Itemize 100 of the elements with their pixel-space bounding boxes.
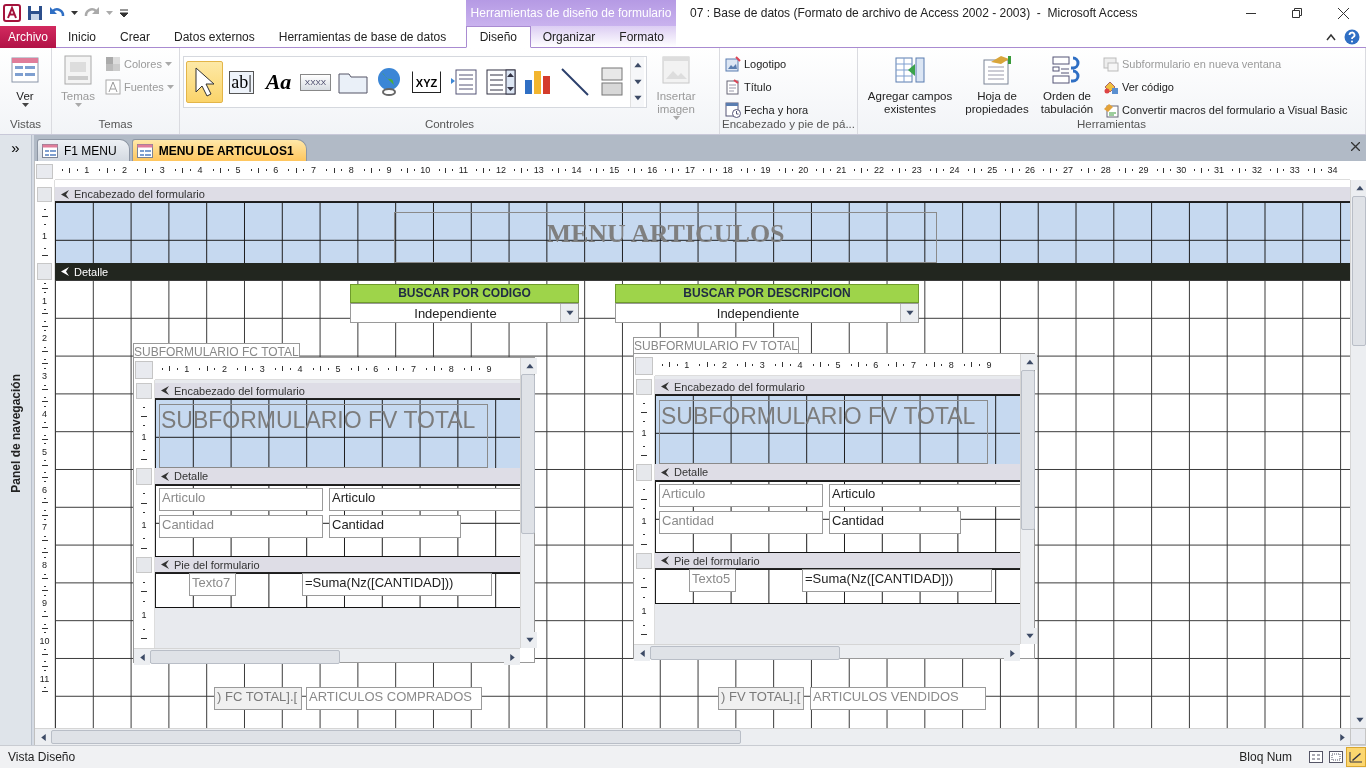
ruler-number: 11 [39,674,50,684]
ruler-number: 4 [42,409,47,419]
caret-icon [74,103,82,107]
text-box[interactable]: ) FV TOTAL].[ [718,687,804,710]
ruler-number: 28 [1100,165,1111,175]
list-box-icon [449,68,478,96]
scroll-thumb[interactable] [150,650,340,664]
ruler-number: 5 [835,359,841,370]
ribbon-button[interactable]: Logotipo [723,53,811,74]
scroll-thumb[interactable] [650,646,840,660]
dropdown-button[interactable] [560,304,578,322]
ribbon-button[interactable]: Agregar campos existentes [861,52,959,118]
scroll-thumb[interactable] [521,374,535,534]
section-arrow-icon [660,467,670,477]
combo-box[interactable]: Independiente [350,303,579,323]
section-title: Detalle [174,470,209,482]
diagonal-line-icon [559,67,590,97]
form-icon [136,143,153,158]
ruler-number: 15 [609,165,620,175]
document-tab[interactable]: MENU DE ARTICULOS1 [131,139,307,161]
text-box[interactable]: Articulo [829,484,1020,507]
scroll-thumb[interactable] [1021,370,1035,530]
ribbon-button[interactable]: Fecha y hora [723,99,811,120]
ruler-number: 32 [1251,165,1262,175]
ruler-number: 26 [1025,165,1036,175]
ribbon-tab[interactable]: Herramientas de base de datos [266,26,459,48]
ruler-number: 22 [873,165,884,175]
combo-list-icon [485,68,516,96]
text-box[interactable]: Cantidad [829,511,961,534]
help-icon[interactable] [1344,28,1360,45]
text-box[interactable]: =Suma(Nz([CANTIDAD])) [802,569,992,592]
ruler-number: 10 [420,165,431,175]
field-label: Texto7 [189,573,236,596]
ribbon-tab[interactable]: Diseño [466,26,531,48]
button-tool-button[interactable]: XXXX [297,61,334,103]
layout-view-icon [1329,751,1343,763]
text-box[interactable]: Cantidad [329,515,461,538]
label-tool-button[interactable]: Aa [260,61,297,103]
text-box[interactable]: Articulo [329,488,520,511]
ribbon-tab[interactable]: Crear [108,26,163,48]
close-document-button[interactable] [1351,142,1360,151]
section-title: Encabezado del formulario [674,380,805,393]
ruler-number: 9 [986,359,992,370]
ribbon-button[interactable]: Convertir macros del formulario a Visual Basic [1101,99,1350,120]
section-title: Encabezado del formulario [174,384,305,397]
section-arrow-icon [160,560,170,569]
text-box[interactable]: =Suma(Nz([CANTIDAD])) [302,573,492,596]
ruler-number: 3 [159,165,165,175]
design-view-button[interactable] [1346,747,1366,767]
group-label: Encabezado y pie de pá... [721,118,856,132]
field-label: Texto5 [689,569,736,592]
customize-menu-icon[interactable] [119,8,129,18]
close-icon [1337,7,1349,19]
ribbon-tab[interactable]: Organizar [530,26,608,48]
status-indicator: Bloq Num [1239,750,1292,764]
ruler-number: 3 [759,359,765,370]
down-arrow-icon [524,635,534,645]
document-tab[interactable]: F1 MENU [37,139,130,161]
pointer-tool-button[interactable] [186,61,223,103]
down-arrow-icon [565,308,574,318]
scroll-thumb[interactable] [51,730,741,744]
toggle-button-icon [600,67,623,97]
ruler-number: 24 [949,165,960,175]
gallery-up-button[interactable] [631,57,644,74]
ruler-number: 2 [222,363,227,374]
bar-chart-icon [522,68,553,96]
frame-tool-button[interactable]: XYZ [408,61,445,103]
ribbon-tab[interactable]: Formato [607,26,676,48]
combo-box[interactable]: Independiente [615,303,919,323]
save-icon[interactable] [27,5,43,21]
section-title: Detalle [674,466,709,478]
ribbon-tab[interactable]: Datos externos [162,26,267,48]
up-arrow-icon [1024,357,1034,367]
ribbon-button[interactable]: Orden de tabulación [1035,52,1099,118]
ruler-number: 1 [184,363,190,374]
section-arrow-icon [160,386,170,395]
collapse-ribbon-icon[interactable] [1326,32,1336,41]
textbox-tool-button[interactable]: ab| [223,61,260,103]
ruler-number: 23 [911,165,922,175]
ribbon-button[interactable]: Ver [3,52,47,109]
ruler-number: 1 [641,606,647,616]
ribbon-button[interactable]: Título [723,76,811,97]
ribbon-button[interactable]: Ver código [1101,76,1350,97]
group-label: Controles [423,118,476,132]
navigation-pane-title: Panel de navegación [8,374,23,493]
text-box[interactable]: ) FC TOTAL].[ [214,687,302,710]
file-tab[interactable]: Archivo [0,26,56,48]
expand-pane-button[interactable]: » [11,135,20,160]
ruler-number: 16 [647,165,658,175]
group-label: Herramientas [1076,118,1147,132]
ruler-number: 13 [533,165,544,175]
gallery-more-button[interactable] [631,90,644,107]
logo-picture-icon [725,55,741,72]
dropdown-button[interactable] [900,304,918,322]
title-page-icon [725,78,741,95]
ribbon-button[interactable]: Hoja de propiedades [961,52,1033,118]
caret-icon [21,103,29,107]
scroll-thumb[interactable] [1351,196,1366,346]
ribbon-tab[interactable]: Inicio [56,26,108,48]
convert-macro-icon [1103,101,1119,118]
